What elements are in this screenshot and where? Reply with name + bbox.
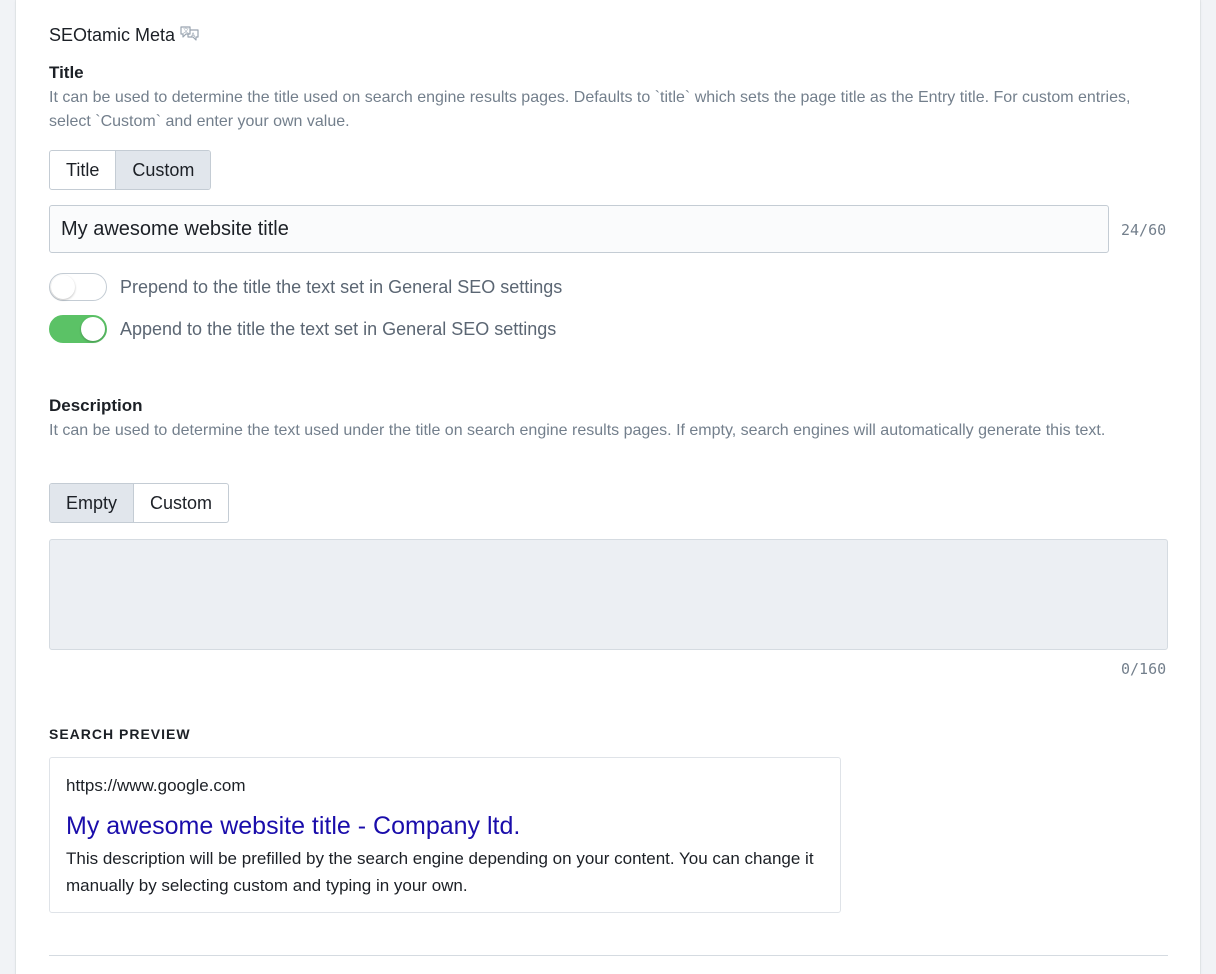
append-toggle[interactable] (49, 315, 107, 343)
svg-text:文: 文 (183, 27, 189, 35)
description-option-custom[interactable]: Custom (133, 484, 228, 522)
description-option-empty[interactable]: Empty (50, 484, 134, 522)
preview-title[interactable]: My awesome website title - Company ltd. (66, 812, 520, 841)
toggle-knob (81, 317, 105, 341)
title-label: Title (49, 63, 84, 82)
divider (49, 955, 1168, 956)
title-input[interactable]: My awesome website title (49, 205, 1109, 253)
title-source-toggle: Title Custom (49, 150, 212, 190)
search-preview-heading: SEARCH PREVIEW (49, 726, 191, 742)
preview-description: This description will be prefilled by th… (66, 849, 814, 895)
section-title: SEOtamic Meta (49, 25, 176, 45)
svg-text:A: A (191, 32, 196, 39)
translate-icon[interactable]: 文 A (179, 24, 201, 46)
title-help-text: It can be used to determine the title us… (49, 89, 1131, 130)
preview-url: https://www.google.com (66, 776, 246, 795)
title-option-title[interactable]: Title (50, 151, 115, 189)
description-label: Description (49, 396, 143, 415)
description-char-counter: 0/160 (1121, 660, 1167, 678)
description-textarea[interactable] (49, 539, 1168, 650)
section-header: SEOtamic Meta 文 A (49, 24, 201, 46)
search-preview-card: https://www.google.com My awesome websit… (49, 757, 841, 913)
append-toggle-label: Append to the title the text set in Gene… (120, 319, 557, 339)
title-char-counter: 24/60 (1121, 221, 1167, 239)
description-help-text: It can be used to determine the text use… (49, 422, 1106, 439)
prepend-toggle[interactable] (49, 273, 107, 301)
description-source-toggle: Empty Custom (49, 483, 230, 523)
title-option-custom[interactable]: Custom (115, 151, 211, 189)
prepend-toggle-label: Prepend to the title the text set in Gen… (120, 277, 563, 297)
seo-meta-panel: SEOtamic Meta 文 A Title It can be used t… (16, 0, 1200, 974)
toggle-knob (51, 275, 75, 299)
